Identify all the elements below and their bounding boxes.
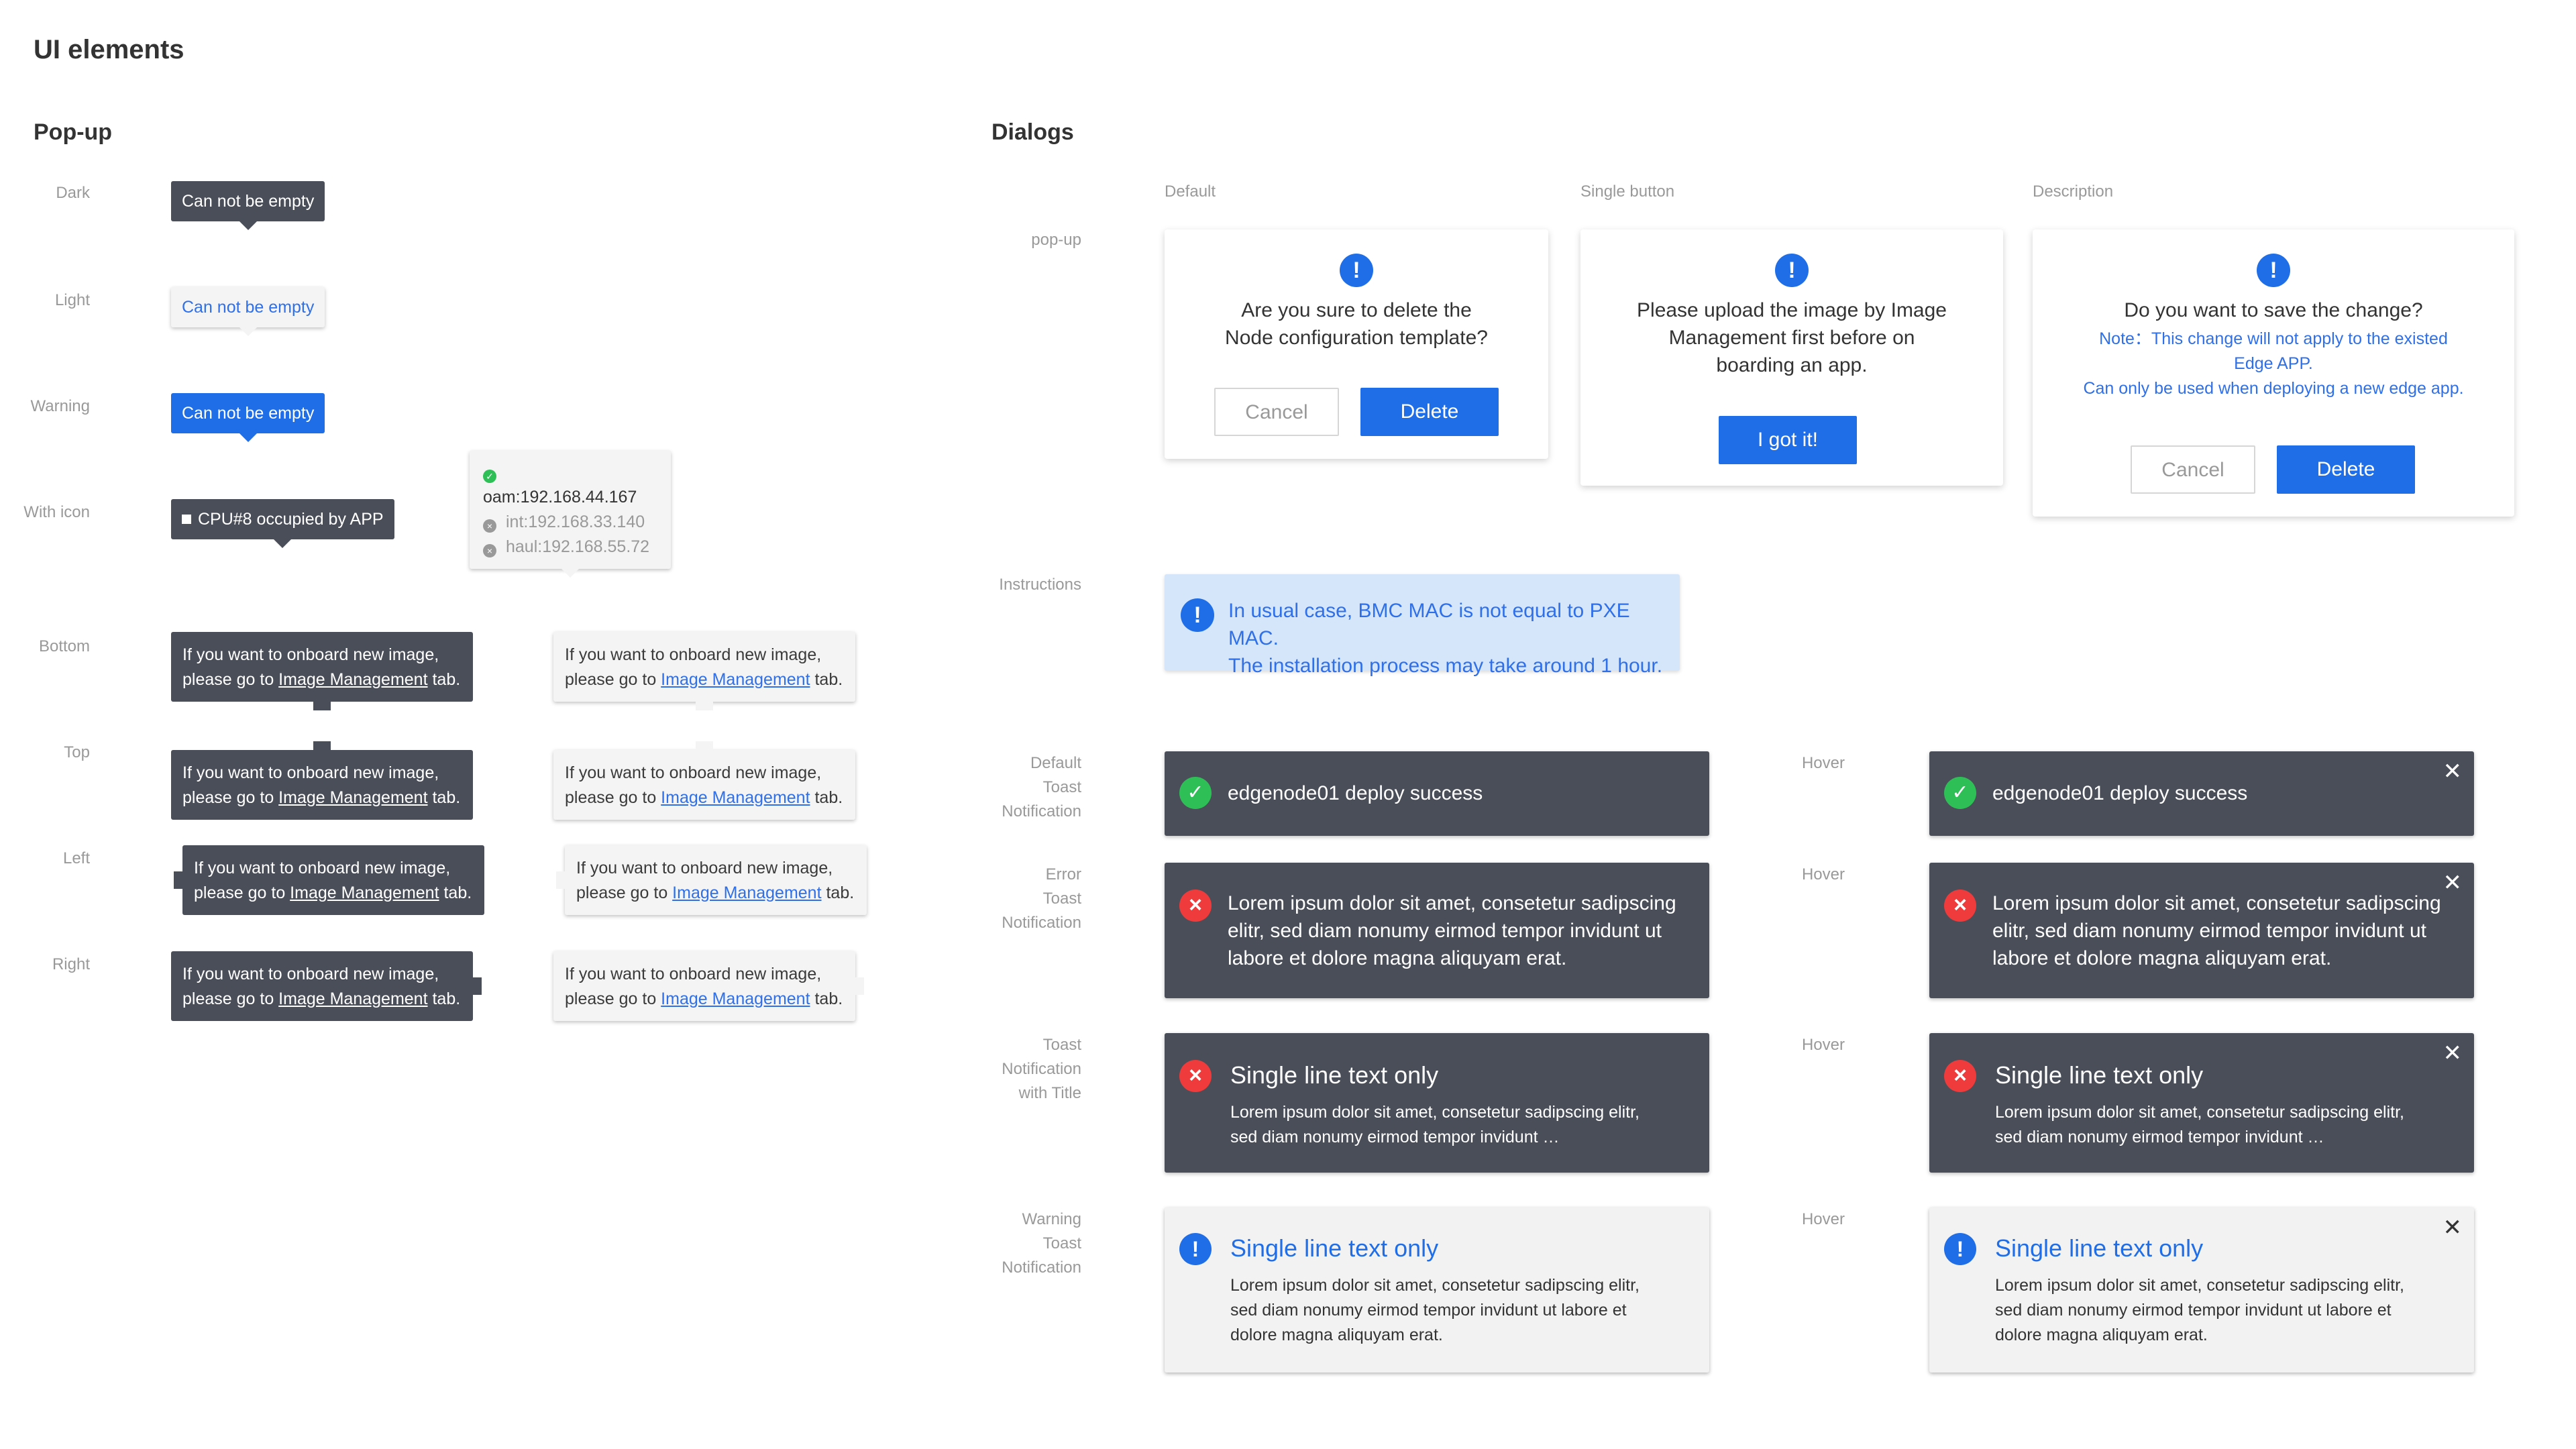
toast-success-hover: ✓ edgenode01 deploy success ✕ <box>1929 751 2474 836</box>
tooltip-top-light: If you want to onboard new image, please… <box>553 741 855 820</box>
image-management-link[interactable]: Image Management <box>661 788 810 807</box>
hover-label: Hover <box>1801 1036 1845 1054</box>
tooltip-light: Can not be empty <box>171 287 325 336</box>
x-circle-icon: × <box>483 544 496 557</box>
got-it-button[interactable]: I got it! <box>1719 416 1857 464</box>
tooltip-warning: Can not be empty <box>171 393 325 442</box>
ip-list-tooltip: ✓oam:192.168.44.167 × int:192.168.33.140 … <box>470 451 671 578</box>
row-label-left: Left <box>62 849 90 867</box>
row-label-title-toast: Toast Notification with Title <box>1002 1036 1081 1102</box>
info-icon: ! <box>1179 1233 1212 1265</box>
toast-with-title-hover: × Single line text only Lorem ipsum dolo… <box>1929 1033 2474 1173</box>
toast-with-title: × Single line text only Lorem ipsum dolo… <box>1165 1033 1709 1173</box>
image-management-link[interactable]: Image Management <box>661 670 810 689</box>
close-icon[interactable]: ✕ <box>2443 758 2463 785</box>
check-circle-icon: ✓ <box>483 470 496 483</box>
delete-button[interactable]: Delete <box>2277 445 2415 494</box>
image-management-link[interactable]: Image Management <box>672 883 821 902</box>
ip-item: × int:192.168.33.140 <box>483 510 657 535</box>
dialog-question: Do you want to save the change? <box>2124 299 2423 321</box>
popup-section-title: Pop-up <box>34 119 113 145</box>
tooltip-bottom-light: If you want to onboard new image, please… <box>553 632 855 710</box>
row-label-dark: Dark <box>56 184 90 202</box>
image-management-link[interactable]: Image Management <box>290 883 439 902</box>
square-icon <box>182 515 191 524</box>
row-label-instructions: Instructions <box>999 576 1081 594</box>
dialog-message: Please upload the image by Image Managem… <box>1637 299 1947 376</box>
row-label-with-icon: With icon <box>23 503 90 521</box>
error-x-icon: × <box>1944 890 1976 922</box>
close-icon[interactable]: ✕ <box>2443 869 2463 896</box>
check-circle-icon: ✓ <box>1944 777 1976 809</box>
tooltip-top-dark: If you want to onboard new image, please… <box>171 741 473 820</box>
cancel-button[interactable]: Cancel <box>2131 445 2255 494</box>
delete-button[interactable]: Delete <box>1360 388 1499 436</box>
row-label-top: Top <box>64 743 90 761</box>
tooltip-text: Can not be empty <box>182 298 315 317</box>
hover-label: Hover <box>1801 754 1845 772</box>
row-label-right: Right <box>52 955 90 973</box>
image-management-link[interactable]: Image Management <box>661 989 810 1008</box>
toast-warning: ! Single line text only Lorem ipsum dolo… <box>1165 1208 1709 1373</box>
dialogs-section-title: Dialogs <box>991 119 1074 145</box>
info-icon: ! <box>1944 1233 1976 1265</box>
col-label-single: Single button <box>1580 182 1675 201</box>
cancel-button[interactable]: Cancel <box>1214 388 1339 436</box>
tooltip-bottom-dark: If you want to onboard new image, please… <box>171 632 473 710</box>
image-management-link[interactable]: Image Management <box>278 670 427 689</box>
row-label-bottom: Bottom <box>38 637 90 655</box>
tooltip-left-light: If you want to onboard new image, please… <box>556 845 867 915</box>
dialog-description: ! Do you want to save the change? Note：T… <box>2033 229 2514 517</box>
dialog-message: Are you sure to delete the Node configur… <box>1225 299 1488 349</box>
tooltip-text: Can not be empty <box>182 404 315 423</box>
row-label-light: Light <box>54 291 90 309</box>
row-label-popup: pop-up <box>1031 231 1081 249</box>
close-icon[interactable]: ✕ <box>2443 1214 2463 1241</box>
tooltip-dark: Can not be empty <box>171 181 325 230</box>
dialog-note: Note：This change will not apply to the e… <box>2083 329 2464 398</box>
tooltip-left-dark: If you want to onboard new image, please… <box>174 845 484 915</box>
tooltip-text: Can not be empty <box>182 192 315 211</box>
row-label-warning: Warning <box>30 397 90 415</box>
hover-label: Hover <box>1801 865 1845 883</box>
ip-item: × haul:192.168.55.72 <box>483 535 657 559</box>
dialog-default: ! Are you sure to delete the Node config… <box>1165 229 1548 459</box>
hover-label: Hover <box>1801 1210 1845 1228</box>
instructions-banner: ! In usual case, BMC MAC is not equal to… <box>1165 574 1680 677</box>
tooltip-right-dark: If you want to onboard new image, please… <box>171 951 482 1021</box>
tooltip-text: CPU#8 occupied by APP <box>198 510 384 529</box>
row-label-default-toast: Default Toast Notification <box>1002 754 1081 820</box>
tooltip-with-icon: CPU#8 occupied by APP <box>171 499 394 548</box>
tooltip-right-light: If you want to onboard new image, please… <box>553 951 864 1021</box>
toast-error-hover: × Lorem ipsum dolor sit amet, consetetur… <box>1929 863 2474 998</box>
x-circle-icon: × <box>483 519 496 533</box>
info-icon: ! <box>1775 254 1809 287</box>
toast-warning-hover: ! Single line text only Lorem ipsum dolo… <box>1929 1208 2474 1373</box>
close-icon[interactable]: ✕ <box>2443 1040 2463 1067</box>
image-management-link[interactable]: Image Management <box>278 989 427 1008</box>
error-x-icon: × <box>1179 1060 1212 1092</box>
image-management-link[interactable]: Image Management <box>278 788 427 807</box>
check-circle-icon: ✓ <box>1179 777 1212 809</box>
info-icon: ! <box>1340 254 1373 287</box>
page-title: UI elements <box>34 35 184 64</box>
ip-item: ✓oam:192.168.44.167 <box>483 470 637 506</box>
row-label-warning-toast: Warning Toast Notification <box>1002 1210 1081 1277</box>
col-label-description: Description <box>2033 182 2114 201</box>
toast-success: ✓ edgenode01 deploy success <box>1165 751 1709 836</box>
col-label-default: Default <box>1165 182 1216 201</box>
error-x-icon: × <box>1179 890 1212 922</box>
dialog-single-button: ! Please upload the image by Image Manag… <box>1580 229 2003 486</box>
toast-error: × Lorem ipsum dolor sit amet, consetetur… <box>1165 863 1709 998</box>
error-x-icon: × <box>1944 1060 1976 1092</box>
row-label-error-toast: Error Toast Notification <box>1002 865 1081 932</box>
info-icon: ! <box>1181 598 1214 632</box>
info-icon: ! <box>2257 254 2290 287</box>
